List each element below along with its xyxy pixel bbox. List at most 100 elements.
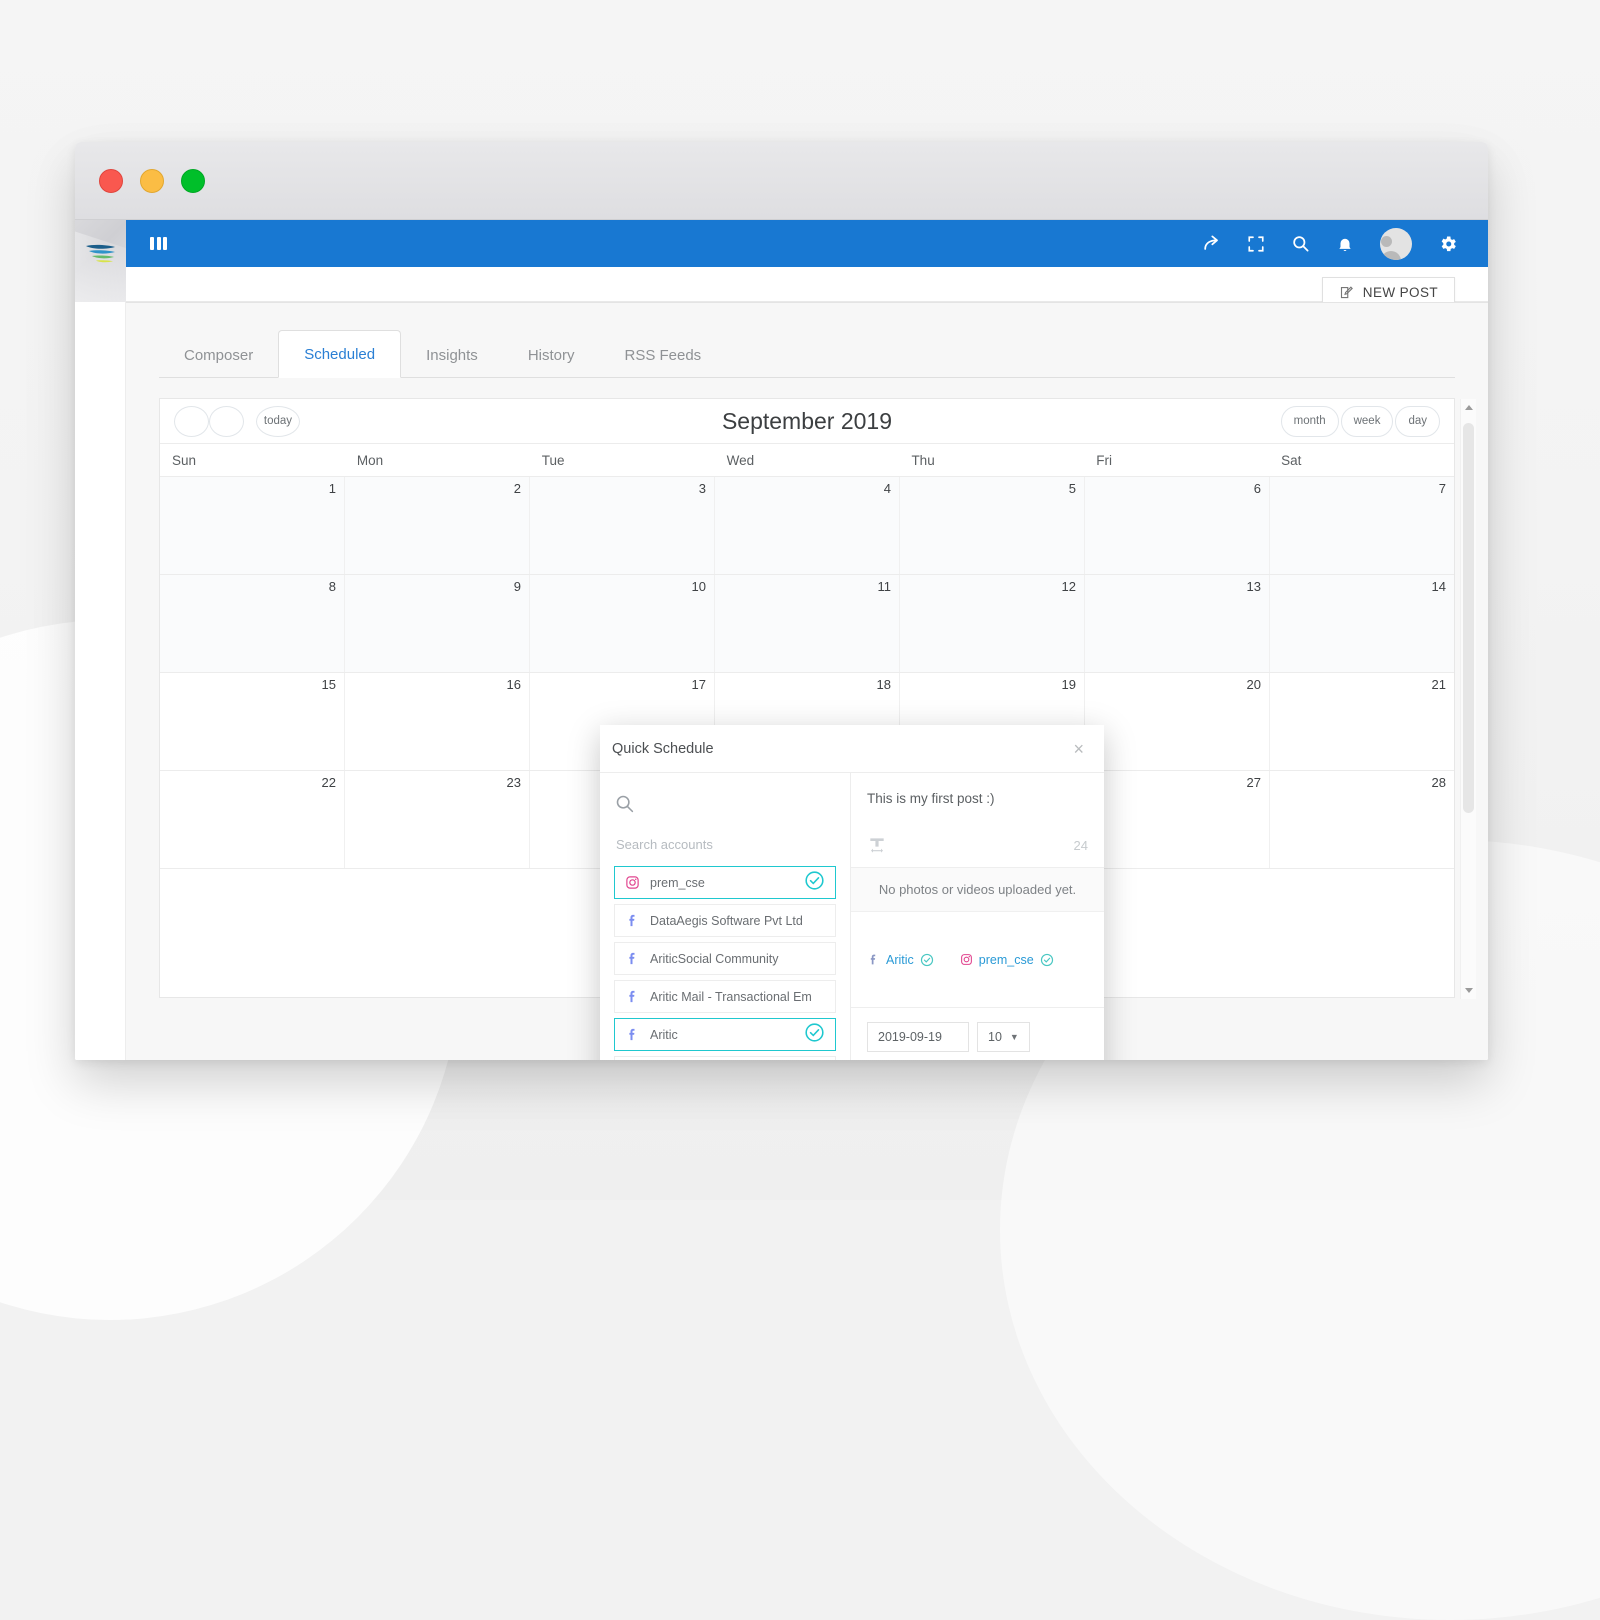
selected-account-chip[interactable]: Aritic <box>867 934 934 985</box>
app-logo[interactable] <box>75 220 126 302</box>
account-item[interactable]: DataAegis Software Pvt Ltd <box>614 904 836 937</box>
account-item[interactable]: Aritic <box>614 1018 836 1051</box>
compose-icon <box>1340 285 1353 298</box>
account-name: DataAegis Software Pvt Ltd <box>650 913 803 928</box>
calendar-day-cell[interactable]: 14 <box>1270 575 1454 672</box>
tab-insights[interactable]: Insights <box>401 332 503 378</box>
calendar-scrollbar[interactable] <box>1460 399 1476 999</box>
calendar-nav: today <box>174 405 300 437</box>
calendar-header: today September 2019 month week day <box>160 399 1454 444</box>
scrollbar-thumb[interactable] <box>1463 423 1474 813</box>
calendar-title: September 2019 <box>721 407 893 434</box>
chip-label: Aritic <box>886 952 914 967</box>
calendar-day-cell[interactable]: 23 <box>345 771 530 868</box>
sub-toolbar: NEW POST <box>126 267 1488 308</box>
calendar-day-cell[interactable]: 2 <box>345 477 530 574</box>
day-number: 16 <box>506 677 521 692</box>
schedule-date-input[interactable]: 2019-09-19 <box>867 1022 969 1052</box>
top-navigation-bar <box>126 220 1488 267</box>
day-number: 23 <box>506 775 521 790</box>
search-accounts-label: Search accounts <box>616 837 713 852</box>
fullscreen-icon[interactable] <box>1247 235 1265 253</box>
calendar-day-cell[interactable]: 4 <box>715 477 900 574</box>
calendar-day-cell[interactable]: 13 <box>1085 575 1270 672</box>
tab-rss-feeds[interactable]: RSS Feeds <box>599 332 726 378</box>
grid-menu-icon[interactable] <box>150 237 167 250</box>
facebook-icon <box>629 952 635 965</box>
calendar-day-cell[interactable]: 5 <box>900 477 1085 574</box>
check-icon <box>920 953 933 966</box>
scroll-down-icon[interactable] <box>1465 988 1473 993</box>
calendar-day-cell[interactable]: 11 <box>715 575 900 672</box>
calendar-day-cell[interactable]: 27 <box>1085 771 1270 868</box>
tab-composer[interactable]: Composer <box>159 332 278 378</box>
share-arrow-icon[interactable] <box>1202 234 1221 253</box>
calendar-day-cell[interactable]: 28 <box>1270 771 1454 868</box>
left-rail <box>75 302 126 1060</box>
account-item[interactable]: AriticSocial Community <box>614 942 836 975</box>
day-number: 27 <box>1246 775 1261 790</box>
gear-icon[interactable] <box>1438 234 1458 254</box>
composer-panel: This is my first post :) 24 No photos or… <box>851 773 1104 1060</box>
selected-account-chip[interactable]: prem_cse <box>960 934 1054 985</box>
calendar-day-cell[interactable]: 21 <box>1270 673 1454 770</box>
maximize-window-button[interactable] <box>181 168 205 193</box>
calendar-day-cell[interactable]: 9 <box>345 575 530 672</box>
calendar-day-cell[interactable]: 12 <box>900 575 1085 672</box>
view-week-button[interactable]: week <box>1340 405 1394 437</box>
calendar-day-cell[interactable]: 15 <box>160 673 345 770</box>
day-number: 5 <box>1068 481 1076 496</box>
day-number: 22 <box>321 775 336 790</box>
calendar-day-cell[interactable]: 20 <box>1085 673 1270 770</box>
close-icon[interactable]: × <box>1065 736 1092 762</box>
today-button[interactable]: today <box>256 405 300 437</box>
character-count: 24 <box>1073 837 1088 853</box>
prev-month-button[interactable] <box>174 405 209 437</box>
traffic-lights <box>99 168 205 193</box>
calendar-week-row: 8 9 10 11 12 13 14 <box>160 575 1454 673</box>
account-name: Aritic Mail - Transactional Em <box>650 989 812 1004</box>
calendar-day-cell[interactable]: 3 <box>530 477 715 574</box>
day-number: 8 <box>328 579 336 594</box>
search-accounts-input[interactable] <box>614 773 836 825</box>
calendar-day-cell[interactable]: 6 <box>1085 477 1270 574</box>
search-icon[interactable] <box>1291 234 1310 253</box>
accounts-panel: Search accounts prem_cse DataAegis Softw… <box>600 773 851 1060</box>
minimize-window-button[interactable] <box>140 168 164 193</box>
day-number: 1 <box>328 481 336 496</box>
tab-history[interactable]: History <box>503 332 600 378</box>
calendar-day-cell[interactable]: 22 <box>160 771 345 868</box>
text-format-icon[interactable] <box>867 835 887 855</box>
account-item[interactable]: prem_cse <box>614 866 836 899</box>
day-number: 21 <box>1431 677 1446 692</box>
instagram-icon <box>626 876 639 889</box>
next-month-button[interactable] <box>209 405 244 437</box>
post-text-input[interactable]: This is my first post :) <box>851 773 1104 829</box>
new-post-label: NEW POST <box>1362 284 1438 300</box>
account-item[interactable]: EasySendy <box>614 1056 836 1060</box>
account-name: prem_cse <box>650 875 705 890</box>
avatar[interactable] <box>1380 227 1412 260</box>
instagram-icon <box>960 954 972 965</box>
dow-thu: Thu <box>911 452 935 468</box>
bell-icon[interactable] <box>1336 235 1354 253</box>
scroll-up-icon[interactable] <box>1465 405 1473 410</box>
day-number: 18 <box>876 677 891 692</box>
day-number: 15 <box>321 677 336 692</box>
dow-sat: Sat <box>1281 452 1302 468</box>
close-window-button[interactable] <box>99 168 123 193</box>
account-item[interactable]: Aritic Mail - Transactional Em <box>614 980 836 1013</box>
facebook-icon <box>629 990 635 1003</box>
day-number: 13 <box>1246 579 1261 594</box>
calendar-view-switch: month week day <box>1280 405 1440 437</box>
schedule-hour-select[interactable]: 10 ▼ <box>977 1022 1030 1052</box>
view-month-button[interactable]: month <box>1280 405 1339 437</box>
calendar-day-cell[interactable]: 10 <box>530 575 715 672</box>
calendar-day-cell[interactable]: 1 <box>160 477 345 574</box>
calendar-day-cell[interactable]: 16 <box>345 673 530 770</box>
view-day-button[interactable]: day <box>1395 405 1440 437</box>
day-number: 9 <box>513 579 521 594</box>
calendar-day-cell[interactable]: 7 <box>1270 477 1454 574</box>
tab-scheduled[interactable]: Scheduled <box>278 330 402 378</box>
calendar-day-cell[interactable]: 8 <box>160 575 345 672</box>
